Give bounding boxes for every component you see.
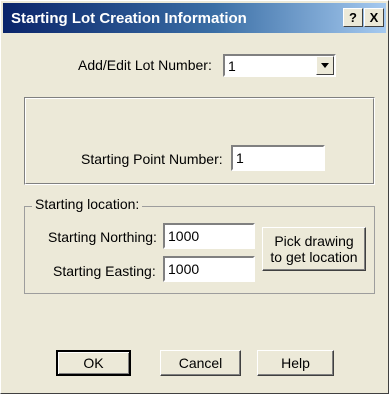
lot-number-combo[interactable]: 1 bbox=[223, 54, 336, 77]
lot-number-label: Add/Edit Lot Number: bbox=[78, 57, 212, 73]
northing-label: Starting Northing: bbox=[48, 229, 157, 245]
title-bar[interactable]: Starting Lot Creation Information ? X bbox=[3, 3, 386, 33]
northing-input[interactable] bbox=[163, 223, 255, 249]
close-icon[interactable]: X bbox=[364, 8, 384, 27]
lot-number-value: 1 bbox=[228, 58, 236, 74]
starting-point-input[interactable] bbox=[231, 145, 325, 171]
starting-location-label: Starting location: bbox=[32, 196, 143, 212]
easting-label: Starting Easting: bbox=[53, 263, 156, 279]
starting-lot-dialog: Starting Lot Creation Information ? X Ad… bbox=[0, 0, 389, 394]
starting-point-panel bbox=[24, 97, 375, 185]
pick-button-line2: to get location bbox=[270, 249, 358, 265]
help-button[interactable]: Help bbox=[257, 350, 334, 376]
dropdown-button[interactable] bbox=[316, 56, 334, 75]
ok-button-label: OK bbox=[83, 355, 104, 371]
help-icon[interactable]: ? bbox=[343, 8, 363, 27]
pick-button-line1: Pick drawing bbox=[274, 233, 354, 249]
help-button-label: Help bbox=[281, 355, 310, 371]
pick-drawing-button[interactable]: Pick drawing to get location bbox=[262, 227, 366, 271]
cancel-button[interactable]: Cancel bbox=[160, 350, 241, 376]
window-title: Starting Lot Creation Information bbox=[11, 10, 247, 27]
ok-button[interactable]: OK bbox=[56, 350, 131, 376]
cancel-button-label: Cancel bbox=[178, 355, 223, 371]
chevron-down-icon bbox=[321, 63, 329, 68]
easting-input[interactable] bbox=[163, 256, 255, 282]
starting-point-label: Starting Point Number: bbox=[81, 151, 223, 167]
